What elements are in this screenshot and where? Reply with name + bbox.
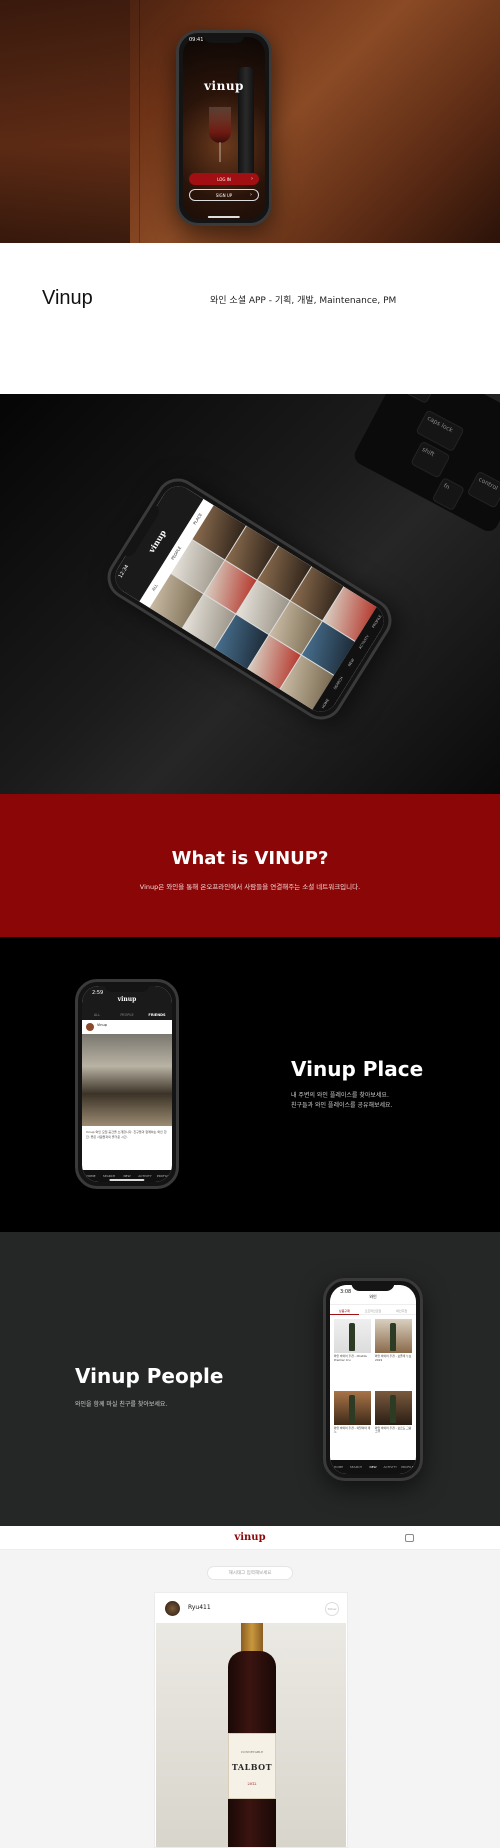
feed-tabs: ALL PEOPLE FRIENDS	[82, 1010, 172, 1020]
project-tagline: 와인 소셜 APP - 기획, 개발, Maintenance, PM	[210, 296, 397, 306]
status-time: 3:08	[340, 1289, 352, 1295]
section-title: Vinup People	[75, 1364, 224, 1388]
product-card[interactable]: 와인 바이어 추천 - 이탈리아 레드	[334, 1390, 371, 1459]
follow-button[interactable]: follow	[325, 1602, 339, 1616]
home-indicator	[207, 216, 241, 218]
nav-home[interactable]: HOME	[330, 1460, 347, 1474]
place-section: 2:59 vinup ALL PEOPLE FRIENDS Vinup Vinu…	[0, 937, 500, 1232]
description-line: 친구들과 와인 플레이스를 공유해보세요.	[291, 1102, 393, 1109]
wine-label: CONNETABLE TALBOT 2012	[228, 1733, 276, 1799]
tab-meetup[interactable]: 오프라인모임	[358, 1307, 388, 1315]
desk-phone: 12:34 vinup ALL PEOPLE PLACE HOME SEARCH…	[99, 470, 400, 728]
nav-new[interactable]: NEW	[364, 1460, 381, 1474]
tab-recommend[interactable]: 와인추천	[387, 1307, 416, 1315]
tab-friends[interactable]: FRIENDS	[142, 1010, 172, 1020]
hero-section: 09:41 vinup LOG IN › SIGN UP ›	[0, 0, 500, 243]
product-title: 와인 바이어 추천 - Chablis Premier Cru	[334, 1354, 367, 1362]
place-phone-screen: 2:59 vinup ALL PEOPLE FRIENDS Vinup Vinu…	[82, 986, 172, 1182]
arrow-right-icon: ›	[250, 192, 252, 198]
app-logo: vinup	[117, 996, 137, 1003]
desk-showcase-section: tab caps lock shift fn control 12:34 vin…	[0, 394, 500, 794]
place-phone: 2:59 vinup ALL PEOPLE FRIENDS Vinup Vinu…	[75, 979, 179, 1189]
camera-icon[interactable]	[405, 1534, 414, 1542]
post-photo[interactable]	[82, 1034, 172, 1126]
label-subtitle: CONNETABLE	[240, 1750, 264, 1754]
category-tabs: 상품구매 오프라인모임 와인추천	[330, 1307, 416, 1315]
people-phone-screen: 3:08 와인 상품구매 오프라인모임 와인추천 와인 바이어 추천 - Cha…	[330, 1285, 416, 1474]
product-card[interactable]: 와인 바이어 추천 - 보졸레 누보 2019	[375, 1319, 412, 1387]
product-image	[334, 1319, 371, 1353]
signup-button-label: SIGN UP	[215, 192, 233, 198]
avatar[interactable]	[165, 1601, 180, 1616]
product-title: 와인 바이어 추천 - 보르도 그랑 크뤼	[375, 1425, 412, 1433]
post-username[interactable]: Ryu411	[188, 1604, 211, 1611]
product-title: 와인 바이어 추천 - 보졸레 누보 2019	[375, 1354, 412, 1362]
tab-shop[interactable]: 상품구매	[330, 1307, 359, 1315]
section-title: What is VINUP?	[171, 848, 329, 869]
product-image	[375, 1390, 412, 1425]
product-card[interactable]: 와인 바이어 추천 - 보르도 그랑 크뤼	[375, 1390, 412, 1459]
label-year: 2012	[247, 1782, 257, 1786]
avatar	[86, 1023, 94, 1031]
wine-glass-image	[209, 107, 231, 143]
home-indicator	[109, 1179, 145, 1181]
brand-title: Vinup	[42, 287, 93, 309]
wine-glass-stem	[219, 142, 221, 162]
phone-notch	[351, 1281, 395, 1291]
product-grid: 와인 바이어 추천 - Chablis Premier Cru 와인 바이어 추…	[334, 1319, 412, 1458]
key-tab: tab	[397, 394, 439, 405]
web-logo[interactable]: vinup	[0, 1532, 500, 1543]
keyboard-image: tab caps lock shift fn control	[351, 394, 500, 535]
phone-notch	[203, 33, 245, 43]
section-title: Vinup Place	[291, 1057, 424, 1081]
people-phone: 3:08 와인 상품구매 오프라인모임 와인추천 와인 바이어 추천 - Cha…	[323, 1278, 423, 1481]
bottom-nav: HOME SEARCH NEW ACTIVITY PROFILE	[330, 1460, 416, 1474]
arrow-right-icon: ›	[251, 176, 253, 182]
nav-profile[interactable]: PROFILE	[154, 1170, 172, 1182]
app-logo: vinup	[204, 79, 244, 93]
hashtag-search-input[interactable]: 해시태그 입력해보세요	[207, 1566, 293, 1580]
post-photo[interactable]: CONNETABLE TALBOT 2012	[156, 1623, 346, 1847]
label-name: TALBOT	[231, 1762, 273, 1772]
product-title: 와인 바이어 추천 - 이탈리아 레드	[334, 1425, 371, 1433]
post-author[interactable]: Vinup	[82, 1020, 172, 1034]
hero-phone: 09:41 vinup LOG IN › SIGN UP ›	[176, 30, 272, 226]
post-card: Ryu411 follow CONNETABLE TALBOT 2012	[154, 1592, 348, 1848]
intro-section: Vinup 와인 소셜 APP - 기획, 개발, Maintenance, P…	[0, 243, 500, 394]
web-header: vinup	[0, 1526, 500, 1550]
people-section: Vinup People 와인을 함께 마실 친구를 찾아보세요. 3:08 와…	[0, 1232, 500, 1526]
section-description: 내 주변의 와인 플레이스를 찾아보세요. 친구들과 와인 플레이스를 공유해보…	[291, 1091, 392, 1111]
description-line: 내 주변의 와인 플레이스를 찾아보세요.	[291, 1092, 389, 1099]
phone-notch	[104, 982, 150, 992]
web-preview-section: vinup 해시태그 입력해보세요 Ryu411 follow CONNETAB…	[0, 1526, 500, 1848]
key-fn: fn	[431, 476, 465, 512]
status-time: 09:41	[189, 37, 204, 43]
what-is-section: What is VINUP? Vinup은 와인을 통해 온오프라인에서 사람들…	[0, 794, 500, 937]
product-image	[375, 1319, 412, 1353]
nav-activity[interactable]: ACTIVITY	[382, 1460, 399, 1474]
status-time: 2:59	[92, 990, 104, 996]
hero-phone-screen: vinup LOG IN › SIGN UP ›	[183, 37, 265, 219]
nav-profile[interactable]: PROFILE	[399, 1460, 416, 1474]
nav-home[interactable]: HOME	[82, 1170, 100, 1182]
key-control: control	[466, 470, 500, 509]
product-card[interactable]: 와인 바이어 추천 - Chablis Premier Cru	[334, 1319, 371, 1387]
section-description: Vinup은 와인을 통해 온오프라인에서 사람들을 연결해주는 소셜 네트워크…	[139, 883, 361, 891]
nav-search[interactable]: SEARCH	[347, 1460, 364, 1474]
section-description: 와인을 함께 마실 친구를 찾아보세요.	[75, 1401, 168, 1408]
tab-all[interactable]: ALL	[82, 1010, 112, 1020]
tab-people[interactable]: PEOPLE	[112, 1010, 142, 1020]
post-caption: Vinup 와인 모임 공간을 소개합니다. 친구들과 함께하는 와인 한 잔,…	[86, 1130, 167, 1139]
author-name: Vinup	[97, 1023, 107, 1027]
login-button[interactable]: LOG IN ›	[189, 173, 259, 185]
background-shelf	[0, 0, 140, 243]
signup-button[interactable]: SIGN UP ›	[189, 189, 259, 201]
product-image	[334, 1390, 371, 1425]
login-button-label: LOG IN	[217, 176, 231, 182]
